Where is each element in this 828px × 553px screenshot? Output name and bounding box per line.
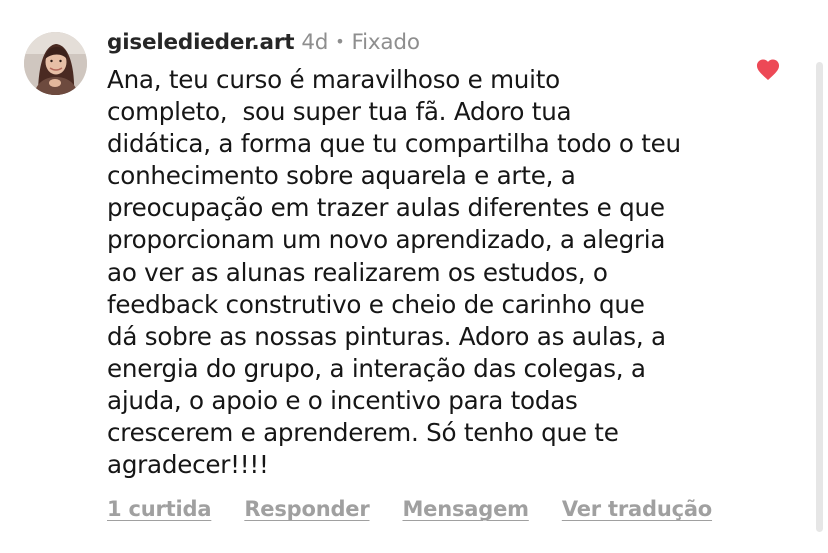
comment-header: giseledieder.art 4d • Fixado bbox=[107, 30, 420, 58]
comment-text-line: proporcionam um novo aprendizado, a aleg… bbox=[107, 225, 666, 255]
comment-text-line: feedback construtivo e cheio de carinho … bbox=[107, 289, 645, 319]
avatar-photo bbox=[24, 32, 87, 95]
reply-button[interactable]: Responder bbox=[244, 497, 369, 521]
comment-text-line: completo, sou super tua fã. Adoro tua bbox=[107, 97, 572, 127]
heart-icon bbox=[756, 59, 780, 81]
message-button[interactable]: Mensagem bbox=[402, 497, 529, 521]
comment-text-line: didática, a forma que tu compartilha tod… bbox=[107, 129, 681, 159]
comment-actions: 1 curtida Responder Mensagem Ver traduçã… bbox=[107, 497, 745, 521]
comment-text: Ana, teu curso é maravilhoso e muito com… bbox=[107, 64, 737, 481]
comment-text-line: ajuda, o apoio e o incentivo para todas bbox=[107, 385, 578, 415]
scrollbar[interactable] bbox=[816, 62, 823, 532]
comment-text-line: conhecimento sobre aquarela e arte, a bbox=[107, 161, 576, 191]
comment-text-line: Ana, teu curso é maravilhoso e muito bbox=[107, 65, 560, 94]
comment-text-line: dá sobre as nossas pinturas. Adoro as au… bbox=[107, 321, 666, 351]
avatar[interactable] bbox=[24, 32, 87, 95]
username-link[interactable]: giseledieder.art bbox=[107, 30, 295, 55]
comment-text-line: preocupação em trazer aulas diferentes e… bbox=[107, 193, 665, 223]
comment-text-line: ao ver as alunas realizarem os estudos, … bbox=[107, 257, 608, 287]
comment-text-line: agradecer!!!! bbox=[107, 450, 269, 480]
comment-text-line: energia do grupo, a interação das colega… bbox=[107, 353, 646, 383]
like-button[interactable] bbox=[755, 57, 781, 81]
time-ago[interactable]: 4d bbox=[301, 30, 328, 55]
pinned-label: Fixado bbox=[351, 30, 420, 55]
translate-button[interactable]: Ver tradução bbox=[562, 497, 712, 521]
comment-text-line: crescerem e aprenderem. Só tenho que te bbox=[107, 418, 619, 448]
comment: giseledieder.art 4d • Fixado Ana, teu cu… bbox=[0, 0, 828, 553]
separator-dot: • bbox=[335, 32, 345, 51]
likes-count-link[interactable]: 1 curtida bbox=[107, 497, 212, 521]
